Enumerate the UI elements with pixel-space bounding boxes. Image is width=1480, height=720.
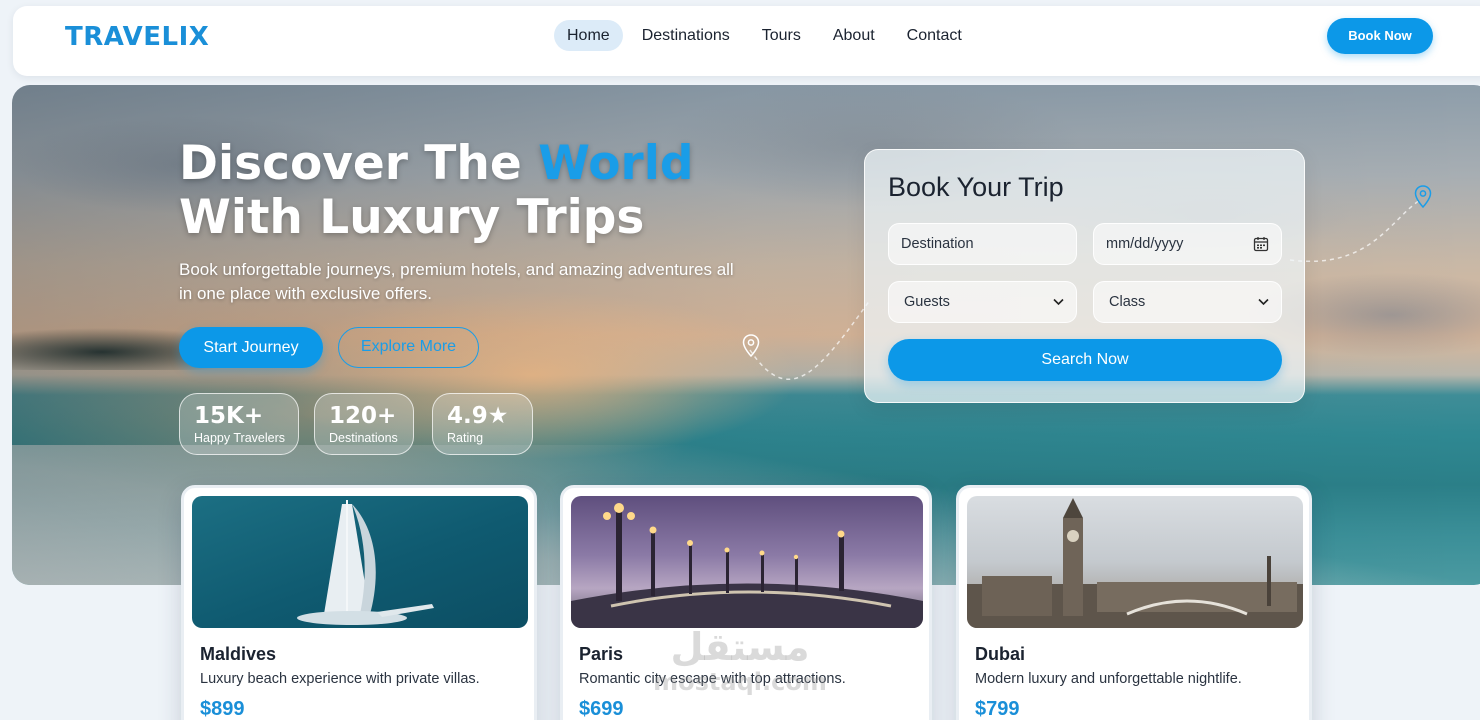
- stat-destinations: 120+ Destinations: [314, 393, 414, 455]
- destination-price: $699: [579, 698, 624, 720]
- nav-link-about[interactable]: About: [820, 20, 888, 51]
- book-now-button[interactable]: Book Now: [1327, 18, 1433, 54]
- top-navbar: TRAVELIX Home Destinations Tours About C…: [13, 6, 1480, 76]
- destination-input[interactable]: Destination: [888, 223, 1077, 265]
- sail-hotel-illustration: [297, 500, 434, 625]
- destination-name: Paris: [579, 644, 624, 664]
- calendar-icon[interactable]: [1253, 236, 1269, 252]
- nav-link-tours[interactable]: Tours: [749, 20, 814, 51]
- watermark-arabic: مستقل: [670, 625, 810, 669]
- guests-selected-value: Guests: [904, 294, 950, 310]
- destination-description: Luxury beach experience with private vil…: [200, 671, 480, 687]
- stat-rating: 4.9★ Rating: [432, 393, 533, 455]
- chevron-down-icon: [1258, 298, 1269, 306]
- destination-price: $899: [200, 698, 245, 720]
- map-pin-icon: [742, 334, 760, 358]
- hero-subtitle: Book unforgettable journeys, premium hot…: [179, 260, 734, 303]
- destination-price: $799: [975, 698, 1020, 720]
- stat-value: 15K+: [194, 403, 264, 429]
- brand-logo[interactable]: TRAVELIX: [65, 22, 209, 52]
- date-input[interactable]: mm/dd/yyyy: [1093, 223, 1282, 265]
- booking-card: Book Your Trip Destination mm/dd/yyyy Gu…: [864, 149, 1305, 403]
- nav-link-home[interactable]: Home: [554, 20, 623, 51]
- destination-image: [571, 496, 923, 628]
- destination-card-maldives[interactable]: Maldives Luxury beach experience with pr…: [181, 485, 537, 720]
- destination-name: Maldives: [200, 644, 277, 664]
- nav-link-destinations[interactable]: Destinations: [629, 20, 743, 51]
- destination-image: [967, 496, 1303, 628]
- destination-image: [192, 496, 528, 628]
- start-journey-button[interactable]: Start Journey: [179, 327, 323, 368]
- watermark-latin: mostaql.com: [653, 668, 827, 696]
- date-placeholder: mm/dd/yyyy: [1106, 236, 1184, 252]
- nav-link-contact[interactable]: Contact: [894, 20, 975, 51]
- hero-title-line2: With Luxury Trips: [179, 190, 645, 245]
- guests-select[interactable]: Guests: [888, 281, 1077, 323]
- map-pin-icon: [1414, 185, 1432, 209]
- stat-value: 120+: [329, 403, 397, 429]
- stat-value: 4.9★: [447, 403, 509, 429]
- clock-tower-illustration: [967, 498, 1303, 628]
- search-now-button[interactable]: Search Now: [888, 339, 1282, 381]
- destination-name: Dubai: [975, 644, 1026, 664]
- chevron-down-icon: [1053, 298, 1064, 306]
- stat-label: Rating: [447, 431, 484, 445]
- booking-title: Book Your Trip: [888, 172, 1064, 202]
- stat-happy-travelers: 15K+ Happy Travelers: [179, 393, 299, 455]
- main-nav: Home Destinations Tours About Contact: [554, 20, 975, 51]
- explore-more-button[interactable]: Explore More: [338, 327, 479, 368]
- hero-title: Discover The World With Luxury Trips: [179, 137, 739, 245]
- class-select[interactable]: Class: [1093, 281, 1282, 323]
- destination-card-dubai[interactable]: Dubai Modern luxury and unforgettable ni…: [956, 485, 1312, 720]
- watermark: مستقل mostaql.com: [640, 625, 840, 695]
- stat-label: Destinations: [329, 431, 398, 445]
- destination-description: Modern luxury and unforgettable nightlif…: [975, 671, 1242, 687]
- bridge-lamps-illustration: [571, 503, 923, 628]
- class-selected-value: Class: [1109, 294, 1146, 310]
- hero-title-accent: World: [538, 136, 694, 191]
- hero-title-part1: Discover The: [179, 136, 539, 191]
- stat-label: Happy Travelers: [194, 431, 286, 445]
